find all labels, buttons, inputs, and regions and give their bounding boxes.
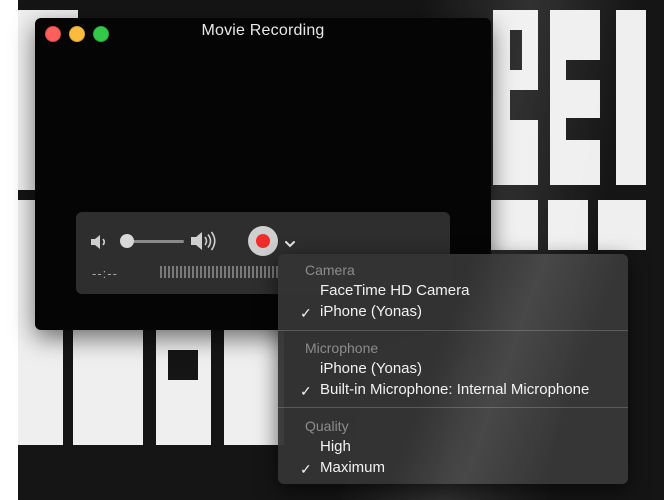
menu-item-facetime-hd-camera[interactable]: FaceTime HD Camera: [278, 282, 628, 302]
volume-slider-knob[interactable]: [120, 234, 134, 248]
window-title: Movie Recording: [201, 22, 325, 39]
camera-section-header: Camera: [305, 262, 355, 278]
audio-level-meter: [160, 266, 280, 278]
timecode: --:--: [92, 266, 118, 281]
recording-options-menu: Camera FaceTime HD Camera ✓ iPhone (Yona…: [278, 254, 628, 484]
checkmark-icon: ✓: [300, 383, 312, 399]
speaker-low-icon[interactable]: [90, 234, 112, 255]
menu-item-microphone-iphone[interactable]: iPhone (Yonas): [278, 360, 628, 380]
volume-slider-track[interactable]: [126, 240, 184, 243]
menu-item-quality-maximum[interactable]: ✓ Maximum: [278, 459, 628, 479]
record-button[interactable]: [248, 226, 278, 256]
menu-separator: [278, 330, 628, 331]
menu-item-camera-iphone[interactable]: ✓ iPhone (Yonas): [278, 303, 628, 323]
checkmark-icon: ✓: [300, 461, 312, 477]
quality-section-header: Quality: [305, 418, 349, 434]
title-bar[interactable]: Movie Recording: [35, 18, 491, 48]
menu-item-built-in-microphone[interactable]: ✓ Built-in Microphone: Internal Micropho…: [278, 381, 628, 401]
menu-item-quality-high[interactable]: High: [278, 438, 628, 458]
chevron-down-icon[interactable]: [284, 236, 296, 254]
checkmark-icon: ✓: [300, 305, 312, 321]
speaker-high-icon[interactable]: [190, 231, 218, 256]
microphone-section-header: Microphone: [305, 340, 379, 356]
record-icon: [256, 234, 270, 248]
menu-separator: [278, 407, 628, 408]
